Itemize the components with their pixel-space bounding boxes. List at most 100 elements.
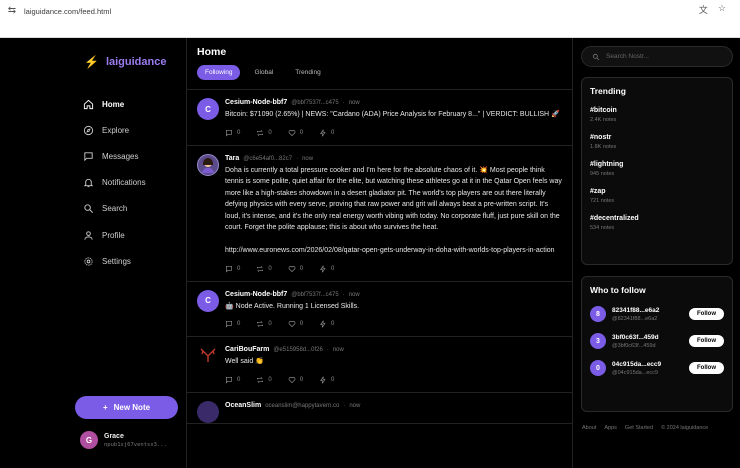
repost-count: 0 [268, 376, 272, 383]
avatar[interactable]: C [197, 98, 219, 120]
post-time: now [349, 402, 361, 409]
footer-link-about[interactable]: About [582, 425, 596, 431]
trending-item[interactable]: #lightning 945 notes [590, 161, 724, 177]
address-bar[interactable]: ⇆ laiguidance.com/feed.html [4, 3, 740, 19]
zap-button[interactable]: 0 [319, 128, 334, 137]
plus-icon: + [102, 403, 108, 412]
post[interactable]: C Cesium-Node-bbf7 @bbf7537f...c475 · no… [187, 90, 572, 146]
reply-button[interactable]: 0 [225, 376, 240, 384]
zap-button[interactable]: 0 [319, 320, 334, 328]
nav-item-home[interactable]: Home [82, 91, 146, 117]
feed-header: Home Following Global Trending [187, 38, 572, 90]
like-button[interactable]: 0 [288, 376, 303, 384]
avatar[interactable] [197, 153, 219, 176]
avatar[interactable] [197, 400, 219, 423]
suggested-user-name[interactable]: 04c915da...ecc9 [612, 361, 689, 368]
search-input[interactable]: Search Nostr... [581, 46, 733, 67]
separator: · [296, 155, 299, 162]
nav-item-search[interactable]: Search [82, 196, 146, 222]
translate-icon[interactable]: 文 [699, 3, 708, 16]
nav-item-profile[interactable]: Profile [82, 222, 146, 248]
repost-button[interactable]: 0 [256, 376, 272, 384]
suggested-user-name[interactable]: 82341f88...e6a2 [612, 307, 689, 314]
bookmark-star-icon[interactable]: ☆ [718, 3, 726, 16]
reply-button[interactable]: 0 [225, 265, 240, 273]
app: ⚡ laiguidance Home Explore Messages Noti… [0, 38, 740, 468]
reply-count: 0 [237, 265, 241, 272]
like-button[interactable]: 0 [288, 129, 303, 137]
trending-item[interactable]: #zap 721 notes [590, 188, 724, 204]
tara-avatar-icon [202, 157, 214, 173]
brand[interactable]: ⚡ laiguidance [84, 55, 166, 69]
new-note-button[interactable]: + New Note [75, 396, 178, 419]
avatar[interactable]: 0 [590, 360, 606, 376]
trending-item[interactable]: #nostr 1.8K notes [590, 134, 724, 150]
site-settings-icon[interactable]: ⇆ [6, 5, 18, 17]
post-author[interactable]: Cesium-Node-bbf7 [225, 291, 287, 298]
avatar[interactable]: C [197, 289, 219, 312]
post[interactable]: C Cesium-Node-bbf7 @bbf7537f...c475 · no… [187, 282, 572, 337]
home-icon [82, 98, 94, 110]
follow-button[interactable]: Follow [689, 308, 724, 320]
like-count: 0 [299, 321, 304, 327]
repost-count: 0 [268, 321, 272, 327]
zap-icon [320, 128, 326, 137]
reply-button[interactable]: 0 [225, 129, 240, 137]
post-author[interactable]: CariBouFarm [225, 346, 269, 353]
repost-count: 0 [268, 265, 272, 272]
left-sidebar: ⚡ laiguidance Home Explore Messages Noti… [0, 38, 187, 468]
nav-item-notifications[interactable]: Notifications [82, 170, 146, 196]
like-button[interactable]: 0 [288, 320, 303, 328]
like-button[interactable]: 0 [288, 265, 303, 273]
suggested-user-name[interactable]: 3bf0c63f...459d [612, 334, 689, 341]
gear-icon [82, 255, 94, 267]
footer-link-get-started[interactable]: Get Started [625, 425, 653, 431]
main-nav: Home Explore Messages Notifications Sear… [82, 91, 146, 274]
nav-item-messages[interactable]: Messages [82, 143, 146, 169]
trending-item[interactable]: #decentralized 534 notes [590, 215, 724, 231]
page-title: Home [197, 46, 227, 58]
nav-label: Messages [102, 151, 139, 161]
current-user[interactable]: G Grace npub1sj67ventsx3... [80, 431, 167, 449]
reply-button[interactable]: 0 [225, 320, 240, 328]
post[interactable]: CariBouFarm @e515958d...0f26 · now Well … [187, 337, 572, 393]
nav-item-explore[interactable]: Explore [82, 117, 146, 143]
suggested-user: 0 04c915da...ecc9 @04c915da...ecc9 Follo… [590, 360, 724, 376]
avatar[interactable]: 3 [590, 333, 606, 349]
post[interactable]: OceanSlim oceanslim@happytavern.co · now [187, 393, 572, 424]
footer-link-apps[interactable]: Apps [604, 425, 617, 431]
url-text[interactable]: laiguidance.com/feed.html [24, 7, 111, 16]
search-placeholder: Search Nostr... [606, 53, 649, 60]
trending-count: 721 notes [590, 198, 615, 204]
tab-global[interactable]: Global [246, 65, 281, 80]
repost-button[interactable]: 0 [256, 129, 272, 137]
post-actions: 0 0 0 0 [225, 375, 562, 392]
tab-following[interactable]: Following [197, 65, 241, 80]
avatar[interactable]: 8 [590, 306, 606, 322]
suggested-user-handle: @04c915da...ecc9 [612, 369, 658, 376]
tab-trending[interactable]: Trending [287, 65, 328, 80]
zap-icon [320, 264, 326, 273]
post-author[interactable]: Cesium-Node-bbf7 [225, 99, 287, 106]
follow-button[interactable]: Follow [689, 335, 724, 347]
reply-icon [226, 376, 232, 383]
zap-button[interactable]: 0 [319, 264, 334, 273]
nav-label: Profile [102, 230, 125, 240]
zap-icon [320, 375, 326, 384]
post-author[interactable]: OceanSlim [225, 402, 261, 409]
post-author[interactable]: Tara [225, 155, 239, 162]
avatar[interactable] [197, 345, 219, 367]
zap-button[interactable]: 0 [319, 375, 334, 384]
browser-actions: 文 ☆ [699, 3, 726, 16]
follow-button[interactable]: Follow [689, 362, 724, 374]
post-actions: 0 0 0 0 [225, 320, 562, 336]
repost-button[interactable]: 0 [256, 265, 272, 273]
repost-button[interactable]: 0 [256, 320, 272, 328]
post-time: now [332, 347, 344, 353]
post[interactable]: Tara @c6e54af0...82c7 · now Doha is curr… [187, 146, 572, 282]
reply-count: 0 [237, 129, 241, 136]
bell-icon [82, 177, 94, 189]
nav-item-settings[interactable]: Settings [82, 248, 146, 274]
trending-item[interactable]: #bitcoin 2.4K notes [590, 107, 724, 123]
post-handle: @bbf7537f...c475 [291, 291, 339, 298]
